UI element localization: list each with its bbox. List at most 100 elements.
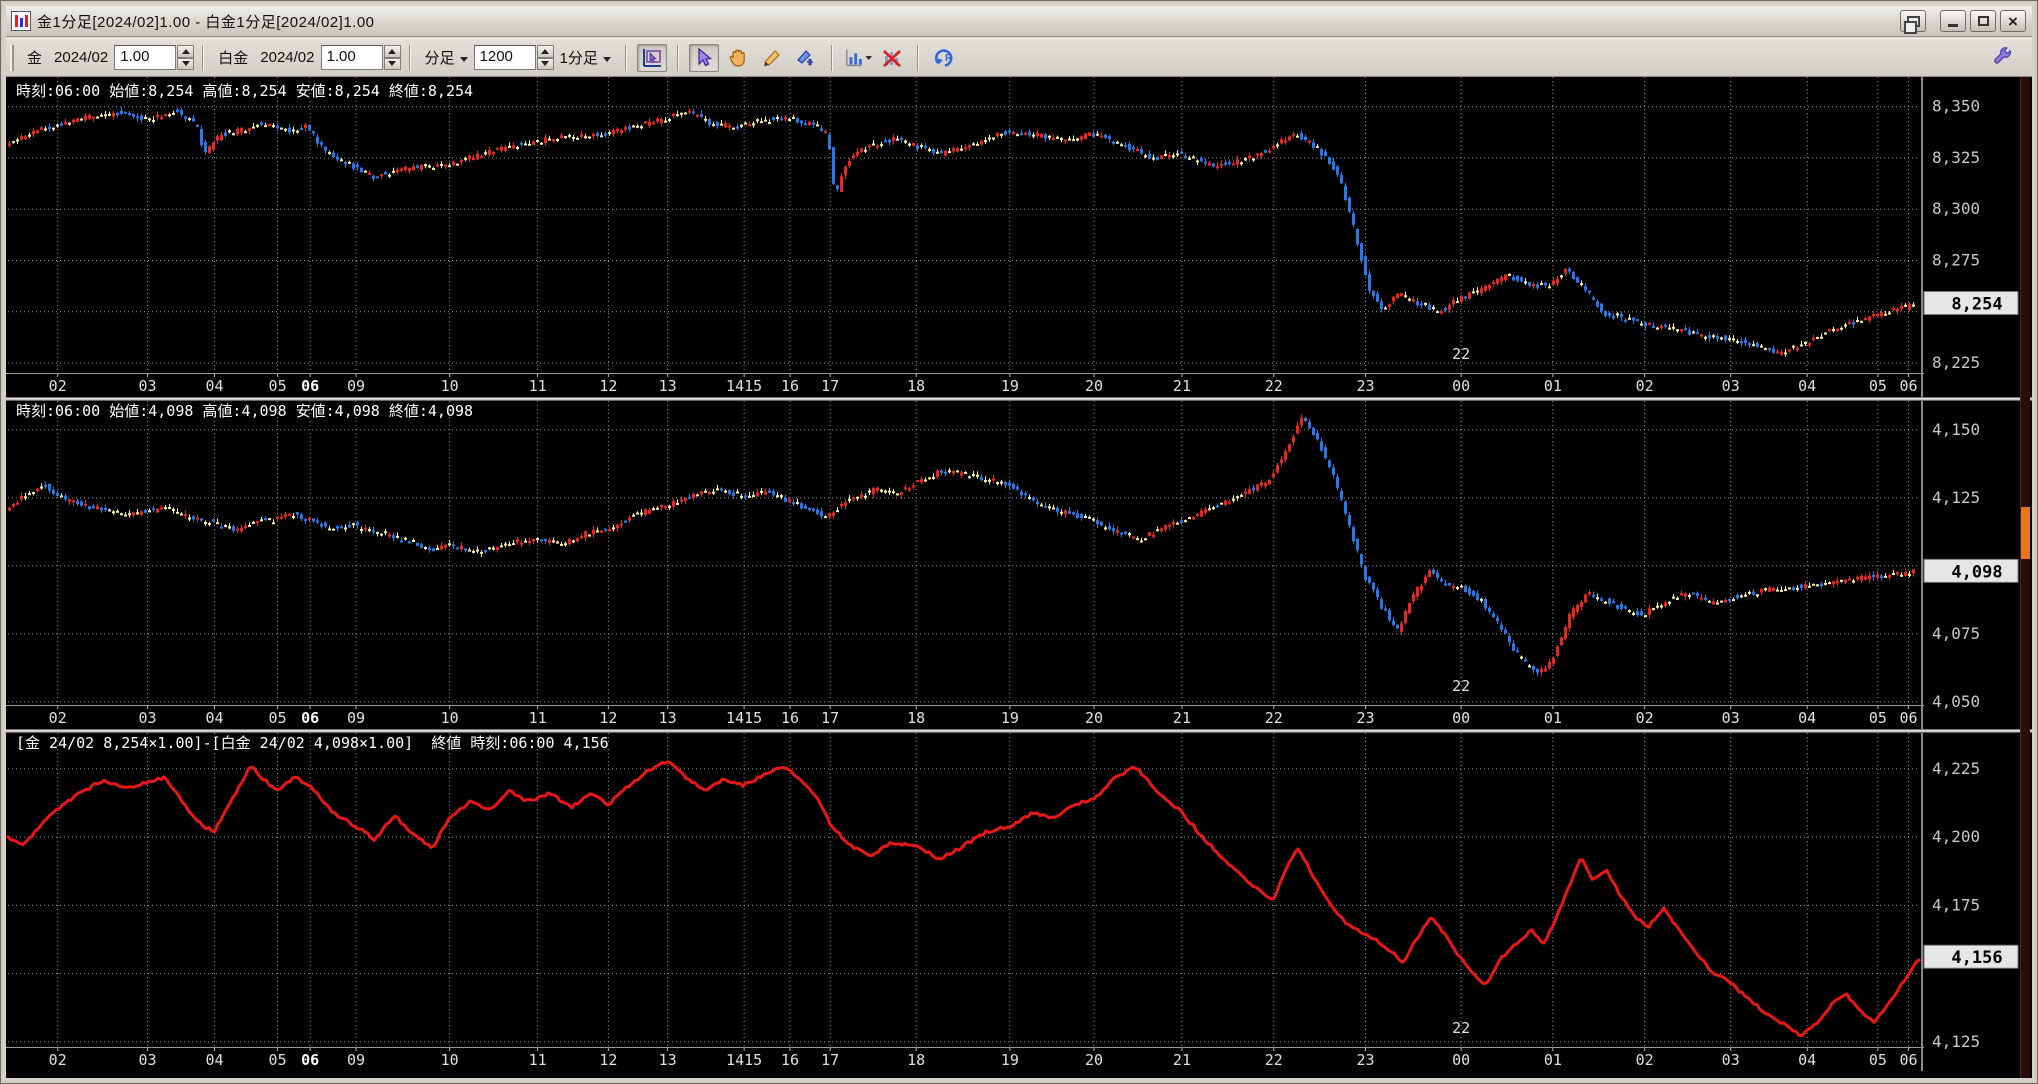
app-icon xyxy=(11,11,31,31)
spread-chart-panel[interactable]: [金 24/02 8,254×1.00]-[白金 24/02 4,098×1.0… xyxy=(6,729,2032,1071)
svg-text:4,225: 4,225 xyxy=(1932,759,1980,778)
svg-text:00: 00 xyxy=(1452,1051,1470,1069)
svg-text:04: 04 xyxy=(1798,377,1816,395)
minimize-icon xyxy=(1948,24,1958,27)
panel-splitter[interactable] xyxy=(6,729,2032,733)
settings-button[interactable] xyxy=(1988,44,2018,72)
svg-text:18: 18 xyxy=(907,709,925,727)
maximize-icon xyxy=(1977,16,1989,26)
platinum-multiplier-input[interactable]: 1.00 xyxy=(320,45,383,70)
window-title: 金1分足[2024/02]1.00 - 白金1分足[2024/02]1.00 xyxy=(37,13,375,31)
close-icon: × xyxy=(2008,11,2018,31)
toolbar-grip[interactable] xyxy=(10,44,14,71)
hand-icon xyxy=(729,49,745,67)
svg-text:22: 22 xyxy=(1265,709,1283,727)
svg-text:01: 01 xyxy=(1544,377,1562,395)
gold-month-label: 2024/02 xyxy=(54,49,109,66)
svg-text:4,050: 4,050 xyxy=(1932,692,1980,711)
svg-text:11: 11 xyxy=(529,1051,547,1069)
maximize-button[interactable] xyxy=(1970,10,1996,32)
svg-text:05: 05 xyxy=(269,377,287,395)
bar-count-input[interactable]: 1200 xyxy=(473,45,536,70)
svg-text:04: 04 xyxy=(1798,1051,1816,1069)
svg-text:03: 03 xyxy=(1722,709,1740,727)
scroll-strip-marker[interactable] xyxy=(2021,507,2030,559)
platinum-multiplier-down-button[interactable] xyxy=(383,57,401,70)
svg-text:01: 01 xyxy=(1544,709,1562,727)
gold-multiplier-down-button[interactable] xyxy=(177,57,195,70)
cursor-tool-button[interactable] xyxy=(688,43,719,72)
svg-text:16: 16 xyxy=(781,1051,799,1069)
svg-text:03: 03 xyxy=(1722,377,1740,395)
platinum-chart-panel[interactable]: 時刻:06:00 始値:4,098 高値:4,098 安値:4,098 終値:4… xyxy=(6,397,2032,729)
svg-text:16: 16 xyxy=(781,709,799,727)
marker-tool-button[interactable] xyxy=(791,44,821,72)
cascade-icon xyxy=(1903,15,1920,34)
bar-interval-dropdown[interactable]: 1分足 xyxy=(560,47,611,68)
platinum-1min-svg: 02 03 04 05 06 09 10 11 12 13 1415 16 17 18 19 20 21 22 23… xyxy=(6,397,2032,729)
gold-multiplier-up-button[interactable] xyxy=(177,45,195,58)
svg-text:17: 17 xyxy=(821,1051,839,1069)
svg-text:02: 02 xyxy=(49,377,67,395)
svg-text:20: 20 xyxy=(1085,709,1103,727)
svg-text:8,300: 8,300 xyxy=(1932,199,1980,218)
svg-text:00: 00 xyxy=(1452,377,1470,395)
reload-button[interactable]: R xyxy=(929,44,959,72)
svg-text:1415: 1415 xyxy=(726,709,762,727)
marker-icon xyxy=(796,49,813,65)
minimize-button[interactable] xyxy=(1940,10,1966,32)
bar-count-down-button[interactable] xyxy=(536,57,554,70)
toolbar-separator xyxy=(830,44,833,71)
bar-count-up-button[interactable] xyxy=(536,45,554,58)
refresh-icon: R xyxy=(934,48,953,67)
svg-text:10: 10 xyxy=(441,377,459,395)
toolbar-separator xyxy=(676,44,679,71)
svg-text:18: 18 xyxy=(907,377,925,395)
svg-text:4,156: 4,156 xyxy=(1951,948,2002,968)
gold-chart-panel[interactable]: 時刻:06:00 始値:8,254 高値:8,254 安値:8,254 終値:8… xyxy=(6,77,2032,397)
svg-text:02: 02 xyxy=(49,1051,67,1069)
svg-text:13: 13 xyxy=(659,377,677,395)
wrench-icon xyxy=(1994,46,2012,64)
right-scroll-strip[interactable] xyxy=(2020,77,2030,1078)
svg-text:01: 01 xyxy=(1544,1051,1562,1069)
svg-text:02: 02 xyxy=(49,709,67,727)
svg-text:4,175: 4,175 xyxy=(1932,895,1980,914)
svg-text:21: 21 xyxy=(1173,1051,1191,1069)
svg-text:4,125: 4,125 xyxy=(1932,488,1980,507)
svg-text:00: 00 xyxy=(1452,709,1470,727)
svg-text:19: 19 xyxy=(1001,709,1019,727)
svg-text:1415: 1415 xyxy=(726,1051,762,1069)
panel-splitter[interactable] xyxy=(6,397,2032,401)
svg-text:4,150: 4,150 xyxy=(1932,420,1980,439)
remove-indicator-button[interactable] xyxy=(877,44,907,72)
platinum-label: 白金 xyxy=(218,50,249,67)
svg-text:8,325: 8,325 xyxy=(1932,148,1980,167)
platinum-multiplier-up-button[interactable] xyxy=(383,45,401,58)
svg-text:17: 17 xyxy=(821,709,839,727)
svg-text:03: 03 xyxy=(139,709,157,727)
gold-1min-svg: 02 03 04 05 06 09 10 11 12 13 1415 16 17 18 19 20 21 22 23… xyxy=(6,77,2032,397)
chart-style-dropdown-button[interactable] xyxy=(843,44,873,72)
gold-ohlc-readout: 時刻:06:00 始値:8,254 高値:8,254 安値:8,254 終値:8… xyxy=(16,82,474,100)
svg-text:17: 17 xyxy=(821,377,839,395)
cascade-windows-button[interactable] xyxy=(1900,10,1926,34)
pan-tool-button[interactable] xyxy=(723,44,753,72)
chevron-down-icon xyxy=(459,56,468,62)
svg-text:12: 12 xyxy=(599,377,617,395)
svg-text:06: 06 xyxy=(301,377,319,395)
svg-text:20: 20 xyxy=(1085,1051,1103,1069)
svg-text:03: 03 xyxy=(139,1051,157,1069)
toolbar-separator xyxy=(624,44,627,71)
chart-pointer-icon xyxy=(642,48,661,67)
svg-text:4,075: 4,075 xyxy=(1932,624,1980,643)
svg-text:R: R xyxy=(945,53,953,64)
gold-multiplier-input[interactable]: 1.00 xyxy=(114,45,177,70)
svg-text:04: 04 xyxy=(205,709,223,727)
chart-pointer-button[interactable] xyxy=(636,43,667,72)
bar-type-dropdown[interactable]: 分足 xyxy=(425,47,468,68)
window-buttons: × xyxy=(1900,10,2032,34)
app-window: 金1分足[2024/02]1.00 - 白金1分足[2024/02]1.00 ×… xyxy=(0,0,2038,1084)
draw-line-button[interactable] xyxy=(757,44,787,72)
close-button[interactable]: × xyxy=(2000,10,2026,32)
